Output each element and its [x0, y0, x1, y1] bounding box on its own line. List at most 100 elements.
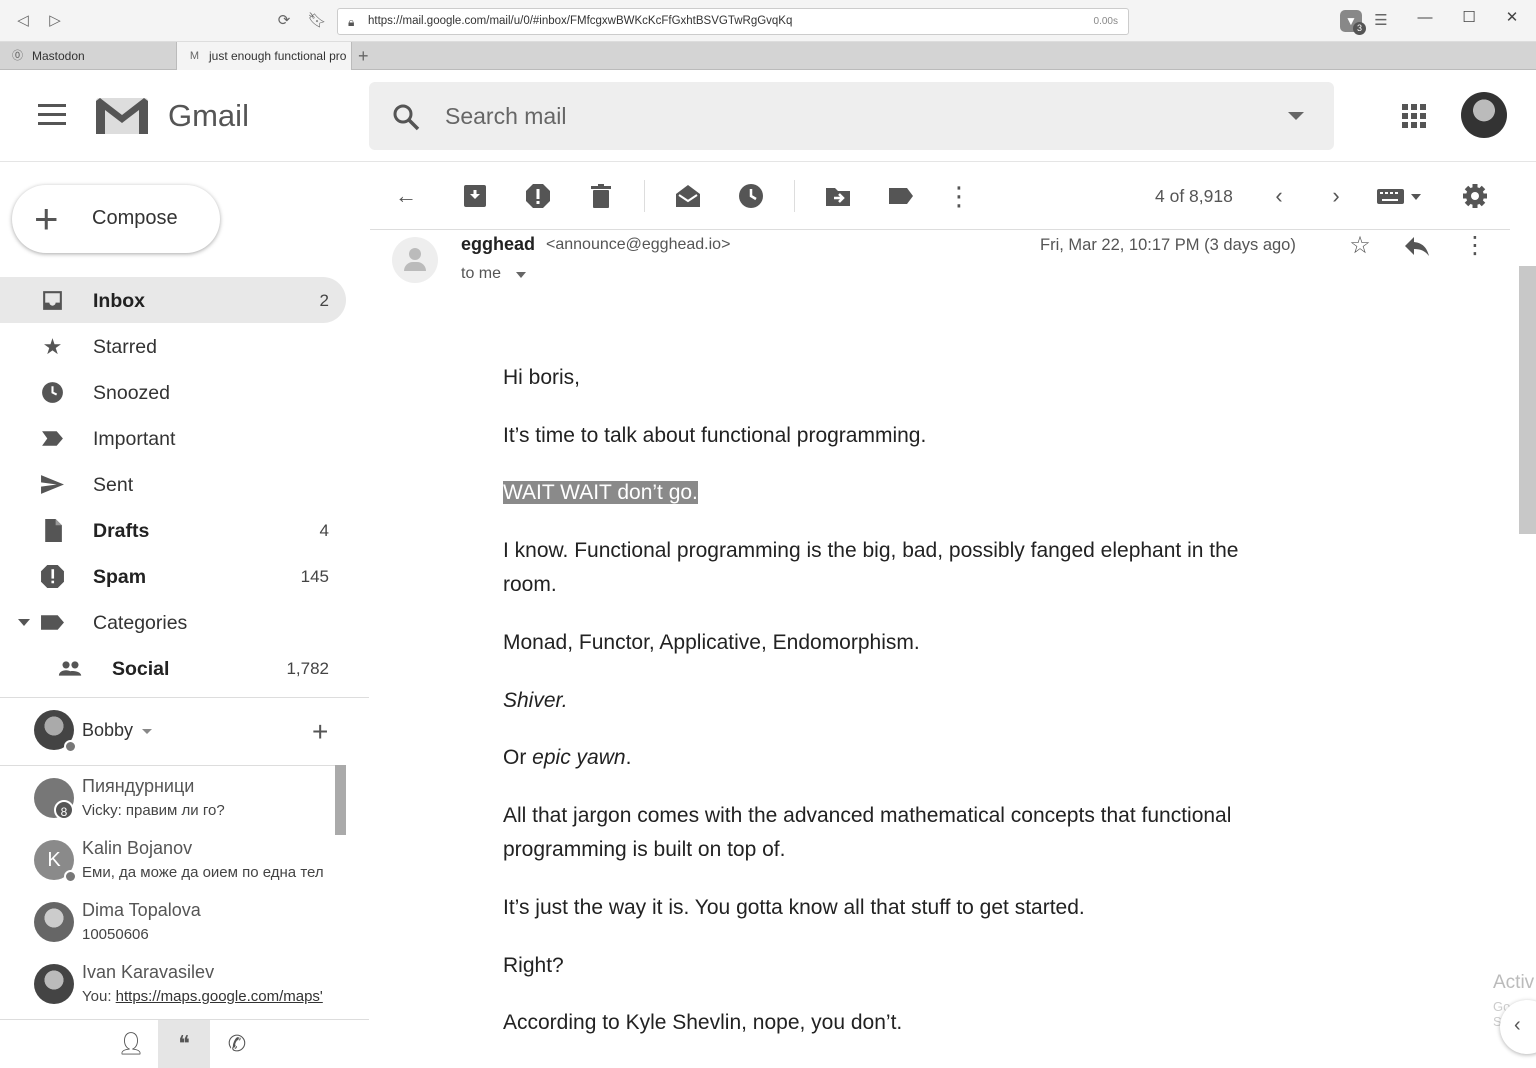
reply-icon[interactable]: [1402, 231, 1432, 261]
hangouts-chat-icon[interactable]: ❝: [158, 1020, 210, 1068]
text-span: .: [625, 746, 632, 769]
report-spam-icon[interactable]: [524, 182, 552, 210]
settings-gear-icon[interactable]: [1461, 182, 1489, 210]
expand-caret-icon[interactable]: [18, 619, 30, 626]
label-icon: [41, 615, 64, 630]
bookmark-icon[interactable]: 🔖︎: [306, 10, 328, 32]
sender-name[interactable]: egghead: [461, 234, 535, 255]
close-window-icon[interactable]: ✕: [1497, 8, 1527, 28]
new-tab-button[interactable]: +: [358, 46, 369, 67]
chat-name: Ivan Karavasilev: [82, 962, 215, 982]
inbox-icon: [43, 291, 62, 310]
browser-toolbar: ◁ ▷ ⟳ 🔖︎ 🔒︎ https://mail.google.com/mail…: [0, 0, 1536, 42]
draft-icon: [45, 519, 62, 542]
menu-icon[interactable]: ☰: [1370, 10, 1392, 32]
sidebar-item-label: Drafts: [93, 520, 150, 542]
pagination-label: 4 of 8,918: [1155, 186, 1233, 206]
chat-item[interactable]: Ivan Karavasilev You: https://maps.googl…: [0, 952, 335, 1014]
body-paragraph: According to Kyle Shevlin, nope, you don…: [503, 1011, 903, 1034]
more-options-icon[interactable]: ⋮: [945, 182, 973, 210]
compose-button[interactable]: + Compose: [12, 185, 220, 253]
input-tools-icon[interactable]: [1375, 182, 1425, 210]
chat-item[interactable]: K Kalin Bojanov Еми, да може да оием по …: [0, 828, 335, 890]
contacts-icon[interactable]: 👤︎: [105, 1020, 157, 1068]
chat-item[interactable]: Dima Topalova 10050606: [0, 890, 335, 952]
search-options-icon[interactable]: [1288, 112, 1304, 120]
search-input[interactable]: [445, 103, 1145, 130]
contact-avatar: [34, 964, 74, 1004]
snooze-icon[interactable]: [737, 182, 765, 210]
chat-name: Пияндурници: [82, 776, 195, 796]
back-to-inbox-icon[interactable]: ←: [392, 182, 420, 210]
account-avatar[interactable]: [1461, 92, 1507, 138]
status-dropdown-icon[interactable]: [142, 729, 152, 734]
star-icon: ★: [42, 334, 63, 359]
minimize-icon[interactable]: —: [1410, 8, 1440, 28]
tab-mastodon[interactable]: ⓪ Mastodon: [0, 42, 175, 70]
phone-icon[interactable]: ✆: [211, 1020, 263, 1068]
search-bar[interactable]: [369, 82, 1334, 150]
sidebar-item-social[interactable]: Social 1,782: [0, 645, 346, 691]
newer-icon[interactable]: ‹: [1265, 182, 1293, 210]
address-bar[interactable]: 🔒︎ https://mail.google.com/mail/u/0/#inb…: [337, 8, 1129, 35]
sidebar-item-categories[interactable]: Categories: [0, 599, 346, 645]
important-icon: [42, 431, 63, 446]
hangouts-user-name[interactable]: Bobby: [82, 720, 133, 741]
archive-icon[interactable]: [461, 182, 489, 210]
selected-text: WAIT WAIT don’t go.: [503, 481, 698, 504]
sidebar-item-inbox[interactable]: Inbox 2: [0, 277, 346, 323]
body-paragraph: I know. Functional programming is the bi…: [503, 539, 1239, 596]
chat-preview-link[interactable]: https://maps.google.com/maps': [116, 988, 323, 1005]
toolbar-divider: [794, 180, 795, 212]
chat-name: Kalin Bojanov: [82, 838, 193, 858]
main-scrollbar[interactable]: [1519, 266, 1536, 534]
chat-scrollbar[interactable]: [335, 765, 346, 835]
sidebar-item-snoozed[interactable]: Snoozed: [0, 369, 346, 415]
labels-icon[interactable]: [887, 182, 915, 210]
show-details-icon[interactable]: [516, 272, 526, 278]
chat-preview: Vicky: правим ли го?: [82, 802, 225, 819]
chat-preview: Еми, да може да оием по една тел: [82, 864, 324, 881]
sidebar-item-important[interactable]: Important: [0, 415, 346, 461]
body-paragraph: It’s just the way it is. You gotta know …: [503, 896, 1085, 919]
sender-avatar: [392, 237, 438, 283]
sidebar-item-drafts[interactable]: Drafts 4: [0, 507, 346, 553]
chat-list: 8 Пияндурници Vicky: правим ли го? K Kal…: [0, 765, 346, 1018]
star-icon[interactable]: ☆: [1345, 231, 1375, 261]
new-conversation-button[interactable]: +: [312, 716, 328, 748]
move-to-icon[interactable]: [824, 182, 852, 210]
sidebar-item-spam[interactable]: Spam 145: [0, 553, 346, 599]
tab-gmail[interactable]: M just enough functional pro: [176, 42, 352, 70]
compose-label: Compose: [92, 207, 178, 229]
body-paragraph: Hi boris,: [503, 366, 581, 389]
spam-icon: [41, 565, 64, 588]
back-icon[interactable]: ◁: [12, 10, 34, 32]
gmail-header: Gmail: [0, 70, 1536, 162]
text-span: Or: [503, 746, 533, 769]
sidebar-item-starred[interactable]: ★ Starred: [0, 323, 346, 369]
apps-grid-icon[interactable]: [1402, 104, 1426, 128]
mark-unread-icon[interactable]: [674, 182, 702, 210]
sidebar-item-label: Sent: [93, 474, 134, 496]
sidebar-item-label: Important: [93, 428, 176, 450]
chat-preview: You: https://maps.google.com/maps': [82, 988, 335, 1005]
sidebar-item-label: Inbox: [93, 290, 145, 312]
delete-icon[interactable]: [587, 182, 615, 210]
message-more-icon[interactable]: ⋮: [1460, 231, 1490, 261]
sidebar-item-count: 1,782: [286, 659, 329, 678]
forward-icon[interactable]: ▷: [44, 10, 66, 32]
main-menu-icon[interactable]: [38, 104, 66, 128]
body-paragraph: WAIT WAIT don’t go.: [503, 476, 1293, 510]
sidebar-item-sent[interactable]: Sent: [0, 461, 346, 507]
sidebar-item-label: Spam: [93, 566, 147, 588]
sender-email: <announce@egghead.io>: [546, 236, 731, 253]
url-text[interactable]: https://mail.google.com/mail/u/0/#inbox/…: [368, 15, 792, 27]
chat-item[interactable]: 8 Пияндурници Vicky: правим ли го?: [0, 766, 335, 828]
chat-name: Dima Topalova: [82, 900, 201, 920]
chat-preview-prefix: You:: [82, 988, 116, 1005]
sidebar-item-label: Snoozed: [93, 382, 170, 404]
older-icon[interactable]: ›: [1322, 182, 1350, 210]
maximize-icon[interactable]: ☐: [1454, 8, 1484, 28]
reload-icon[interactable]: ⟳: [273, 10, 295, 32]
search-icon[interactable]: [391, 102, 421, 132]
